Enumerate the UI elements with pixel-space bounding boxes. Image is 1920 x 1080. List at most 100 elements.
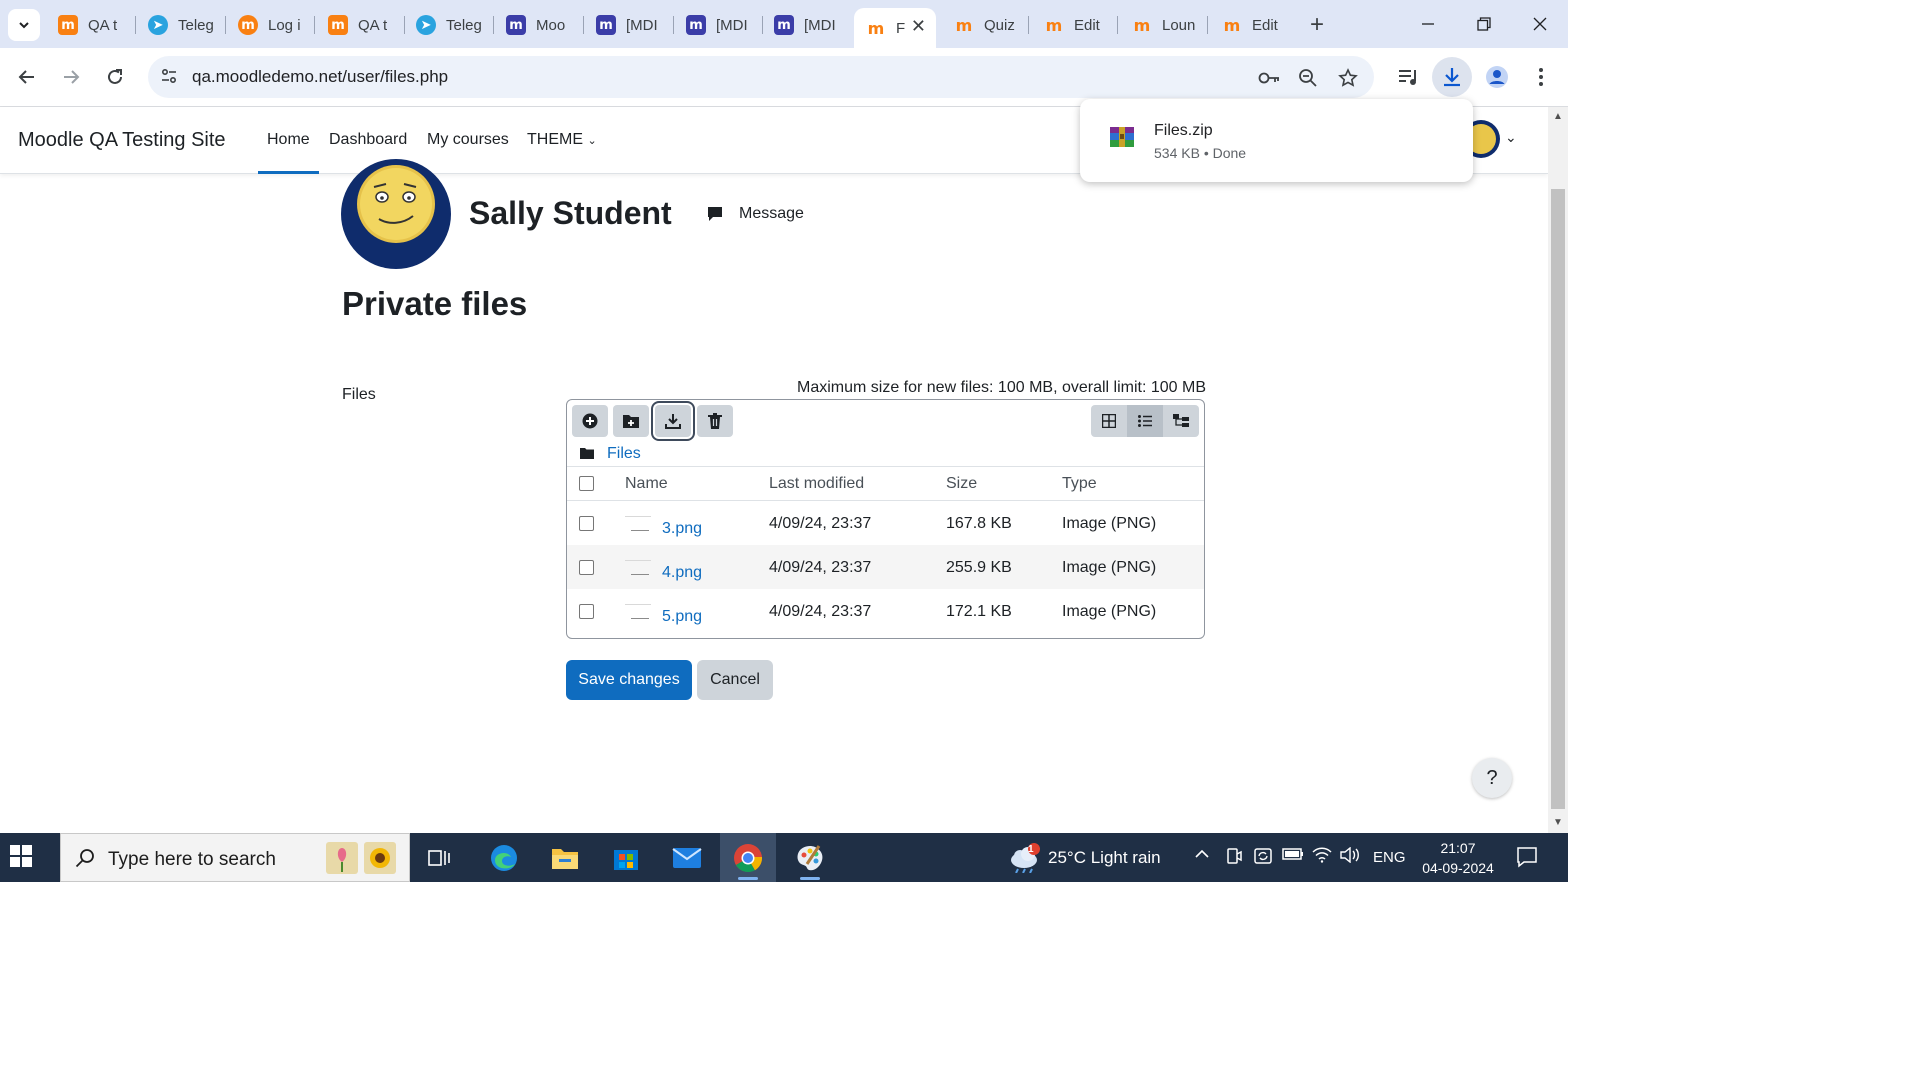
browser-tab[interactable]: ➤ Teleg bbox=[136, 8, 224, 42]
browser-tab[interactable]: m Log i bbox=[226, 8, 314, 42]
browser-tab[interactable]: m Quiz bbox=[942, 8, 1026, 42]
bookmark-star-icon[interactable] bbox=[1337, 67, 1359, 89]
file-type: Image (PNG) bbox=[1062, 559, 1157, 576]
wifi-icon[interactable] bbox=[1312, 847, 1332, 867]
paint-app[interactable] bbox=[782, 833, 838, 882]
nav-my-courses[interactable]: My courses bbox=[427, 131, 509, 149]
image-thumbnail-icon[interactable] bbox=[625, 516, 651, 533]
browser-tab[interactable]: m Edit bbox=[1210, 8, 1296, 42]
mail-app[interactable] bbox=[659, 833, 715, 882]
browser-tab-active[interactable]: mF ✕ bbox=[854, 8, 936, 48]
back-button[interactable] bbox=[10, 60, 44, 94]
cancel-button[interactable]: Cancel bbox=[697, 660, 773, 700]
select-all-checkbox[interactable] bbox=[579, 476, 594, 491]
help-button[interactable]: ? bbox=[1472, 758, 1512, 798]
zoom-icon[interactable] bbox=[1297, 67, 1319, 89]
file-manager: Files Name Last modified Size Type 3.png… bbox=[566, 399, 1205, 639]
close-window-button[interactable] bbox=[1517, 8, 1563, 40]
nav-dashboard[interactable]: Dashboard bbox=[329, 131, 407, 149]
scroll-down-icon[interactable]: ▼ bbox=[1552, 817, 1564, 829]
browser-tab[interactable]: m QA t bbox=[316, 8, 404, 42]
notification-center-icon[interactable] bbox=[1516, 846, 1538, 873]
new-tab-button[interactable]: + bbox=[1302, 10, 1332, 40]
weather-widget[interactable] bbox=[1008, 843, 1042, 878]
create-folder-button[interactable] bbox=[613, 405, 649, 437]
nav-home[interactable]: Home bbox=[258, 131, 319, 174]
table-row[interactable]: 5.png 4/09/24, 23:37 172.1 KB Image (PNG… bbox=[567, 589, 1204, 633]
battery-icon[interactable] bbox=[1282, 847, 1304, 865]
profile-button[interactable] bbox=[1482, 62, 1512, 92]
browser-menu-button[interactable] bbox=[1526, 62, 1556, 92]
weather-text[interactable]: 25°C Light rain bbox=[1048, 848, 1161, 868]
image-thumbnail-icon[interactable] bbox=[625, 604, 651, 621]
file-checkbox[interactable] bbox=[579, 604, 594, 619]
scroll-thumb[interactable] bbox=[1551, 189, 1565, 809]
scroll-up-icon[interactable]: ▲ bbox=[1552, 111, 1564, 123]
media-control-button[interactable] bbox=[1394, 62, 1424, 92]
download-button[interactable] bbox=[655, 405, 691, 437]
sync-status-icon[interactable] bbox=[1254, 847, 1272, 869]
delete-button[interactable] bbox=[697, 405, 733, 437]
browser-tab[interactable]: m Edit bbox=[1032, 8, 1118, 42]
clock-date: 04-09-2024 bbox=[1422, 860, 1494, 876]
forward-button[interactable] bbox=[54, 60, 88, 94]
file-name-link[interactable]: 5.png bbox=[662, 608, 702, 626]
file-name-link[interactable]: 4.png bbox=[662, 564, 702, 582]
table-row[interactable]: 3.png 4/09/24, 23:37 167.8 KB Image (PNG… bbox=[567, 501, 1204, 545]
task-view-button[interactable] bbox=[412, 833, 468, 882]
add-file-button[interactable] bbox=[572, 405, 608, 437]
browser-tab[interactable]: m QA t bbox=[46, 8, 134, 42]
minimize-icon bbox=[1422, 23, 1434, 25]
page-scrollbar[interactable]: ▲ ▼ bbox=[1548, 107, 1568, 833]
show-hidden-icons-chevron-up-icon[interactable] bbox=[1194, 847, 1210, 864]
column-header-name[interactable]: Name bbox=[625, 475, 668, 493]
browser-tab[interactable]: m Moo bbox=[494, 8, 582, 42]
file-name-link[interactable]: 3.png bbox=[662, 520, 702, 538]
meet-now-icon[interactable] bbox=[1226, 847, 1242, 869]
divider bbox=[567, 466, 1204, 467]
image-thumbnail-icon[interactable] bbox=[625, 560, 651, 577]
reload-button[interactable] bbox=[98, 60, 132, 94]
site-info-icon[interactable] bbox=[160, 67, 178, 90]
url-text[interactable]: qa.moodledemo.net/user/files.php bbox=[192, 67, 448, 87]
message-icon[interactable] bbox=[706, 205, 724, 228]
save-changes-button[interactable]: Save changes bbox=[566, 660, 692, 700]
nav-theme[interactable]: THEME ⌄ bbox=[527, 131, 597, 149]
address-bar[interactable]: qa.moodledemo.net/user/files.php bbox=[148, 56, 1374, 98]
password-key-icon[interactable] bbox=[1258, 67, 1280, 89]
download-filename[interactable]: Files.zip bbox=[1154, 122, 1213, 140]
restore-button[interactable] bbox=[1461, 8, 1507, 40]
file-explorer-app[interactable] bbox=[537, 833, 593, 882]
chevron-down-icon[interactable]: ⌄ bbox=[1505, 129, 1517, 146]
browser-tab[interactable]: m [MDI bbox=[674, 8, 762, 42]
column-header-size[interactable]: Size bbox=[946, 475, 977, 493]
view-tree-button[interactable] bbox=[1163, 405, 1199, 437]
column-header-type[interactable]: Type bbox=[1062, 475, 1097, 493]
browser-tab[interactable]: m [MDI bbox=[584, 8, 672, 42]
file-checkbox[interactable] bbox=[579, 516, 594, 531]
site-name[interactable]: Moodle QA Testing Site bbox=[18, 129, 226, 152]
browser-tab[interactable]: ➤ Teleg bbox=[404, 8, 492, 42]
moodle-icon: m bbox=[238, 15, 258, 35]
tab-search-button[interactable] bbox=[8, 9, 40, 41]
edge-browser-app[interactable] bbox=[476, 833, 532, 882]
browser-tab[interactable]: m Loun bbox=[1120, 8, 1206, 42]
table-row[interactable]: 4.png 4/09/24, 23:37 255.9 KB Image (PNG… bbox=[567, 545, 1204, 589]
volume-icon[interactable] bbox=[1340, 846, 1360, 867]
close-icon[interactable]: ✕ bbox=[911, 16, 926, 37]
column-header-last-modified[interactable]: Last modified bbox=[769, 475, 864, 493]
browser-tab[interactable]: m [MDI bbox=[762, 8, 850, 42]
system-clock[interactable]: 21:07 04-09-2024 bbox=[1418, 838, 1498, 878]
taskbar-search-box[interactable]: Type here to search bbox=[60, 833, 410, 882]
microsoft-store-app[interactable] bbox=[598, 833, 654, 882]
windows-start-button[interactable] bbox=[10, 845, 32, 872]
breadcrumb-files[interactable]: Files bbox=[607, 445, 641, 463]
input-language-indicator[interactable]: ENG bbox=[1373, 849, 1406, 866]
chrome-app[interactable] bbox=[720, 833, 776, 882]
message-button[interactable]: Message bbox=[739, 205, 804, 223]
view-icons-button[interactable] bbox=[1091, 405, 1127, 437]
downloads-button[interactable] bbox=[1432, 57, 1472, 97]
minimize-button[interactable] bbox=[1405, 8, 1451, 40]
file-checkbox[interactable] bbox=[579, 560, 594, 575]
view-list-button[interactable] bbox=[1127, 405, 1163, 437]
